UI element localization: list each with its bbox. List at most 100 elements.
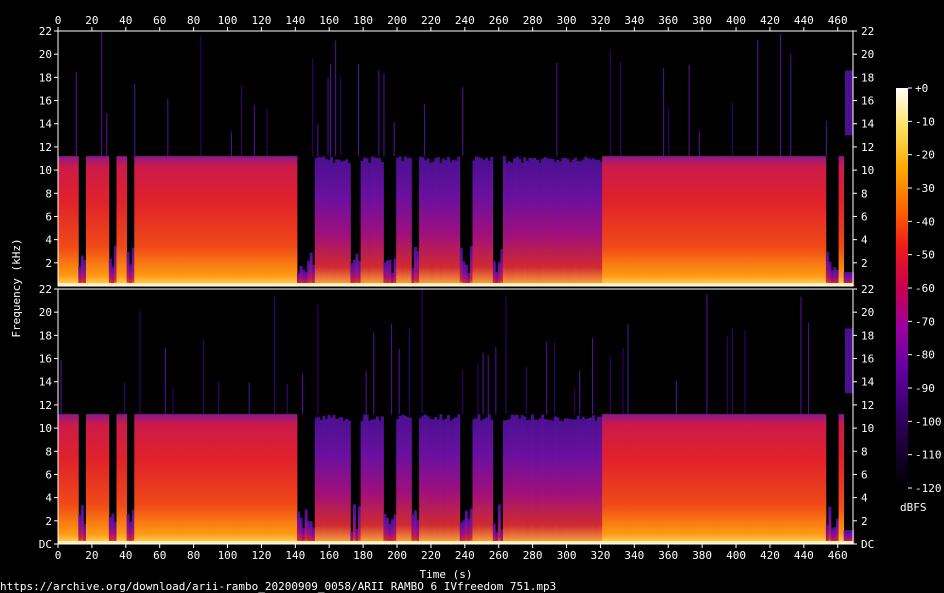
x-tick-label: 20 <box>85 14 98 27</box>
x-tick-label: 80 <box>187 14 200 27</box>
spectrum-slice <box>169 156 173 286</box>
spectrum-slice <box>164 156 168 286</box>
colorbar-scale <box>896 88 908 488</box>
x-tick-label: 400 <box>726 549 746 562</box>
spectrum-slice <box>228 156 232 286</box>
spectrum-slice <box>73 414 77 544</box>
spectrum-slice <box>441 420 445 544</box>
spectrum-slice <box>83 523 87 544</box>
spectrum-slice <box>202 156 206 286</box>
hf-spike <box>462 86 464 157</box>
spectrum-slice <box>780 156 784 286</box>
spectrum-slice <box>396 418 400 544</box>
spectrum-slice <box>286 156 290 286</box>
hf-spike <box>556 62 558 157</box>
spectrum-slice <box>279 156 283 286</box>
spectrum-slice <box>472 419 476 544</box>
hf-spike <box>274 295 276 415</box>
spectrum-slice <box>162 156 166 286</box>
spectrum-slice <box>149 156 153 286</box>
spectrum-slice <box>469 246 473 286</box>
y-tick-label: 6 <box>45 468 52 481</box>
spectrum-slice <box>752 414 756 544</box>
spectrum-slice <box>591 158 595 286</box>
spectrum-slice <box>490 419 494 544</box>
spectrum-slice <box>126 513 130 544</box>
spectrum-slice <box>599 161 603 286</box>
spectrum-slice <box>73 156 77 286</box>
spectrum-slice <box>424 414 428 544</box>
spectrum-slice <box>327 159 331 286</box>
spectrum-slice <box>162 414 166 544</box>
hf-spike <box>675 380 677 415</box>
spectrum-slice <box>63 414 67 544</box>
spectrum-slice <box>602 414 606 544</box>
spectrum-slice <box>235 414 239 544</box>
colorbar-tick-label: -100 <box>915 415 942 428</box>
spectrum-slice <box>622 414 626 544</box>
hf-spike <box>477 362 479 415</box>
spectrum-slice <box>693 156 697 286</box>
spectrum-slice <box>98 414 102 544</box>
spectrum-slice <box>182 156 186 286</box>
spectrum-slice <box>299 517 303 544</box>
spectrum-slice <box>195 414 199 544</box>
spectrum-slice <box>401 161 405 286</box>
spectrum-slice <box>541 414 545 544</box>
spectrum-slice <box>91 156 94 286</box>
hf-spike <box>230 132 232 157</box>
spectrum-slice <box>373 419 377 544</box>
spectrum-slice <box>294 156 298 286</box>
spectrum-slice <box>658 156 661 286</box>
hf-spike <box>731 328 733 415</box>
spectrum-slice <box>276 156 280 286</box>
spectrum-slice <box>836 518 839 544</box>
spectrum-slice <box>632 414 636 544</box>
hf-spike <box>335 40 337 157</box>
spectrum-slice <box>169 414 173 544</box>
spectrum-slice <box>523 416 527 544</box>
spectrum-slice <box>223 156 227 286</box>
spectrum-slice <box>220 156 224 286</box>
spectrum-slice <box>764 156 768 286</box>
spectrum-slice <box>797 414 801 544</box>
hf-spike <box>579 370 581 415</box>
x-tick-label: 80 <box>187 549 200 562</box>
spectrum-slice <box>640 414 644 544</box>
spectrum-slice <box>319 419 323 544</box>
spectrum-slice <box>319 157 323 286</box>
spectrum-slice <box>548 158 552 286</box>
spectrum-slice <box>556 417 560 544</box>
spectrum-slice <box>818 156 822 286</box>
spectrum-slice <box>200 156 204 286</box>
spectrum-slice <box>93 156 97 286</box>
spectrum-slice <box>317 156 321 286</box>
spectrum-slice <box>749 156 753 286</box>
colorbar: +0 -10 -20 -30 -40 -50 -60 -70 -80 -90 -100 -110 -12… <box>896 82 942 514</box>
spectrum-slice <box>670 414 674 544</box>
x-tick-label: 0 <box>55 549 62 562</box>
spectrum-slice <box>823 156 827 286</box>
x-tick-label: 400 <box>726 14 746 27</box>
spectrum-slice <box>322 156 326 286</box>
spectrum-slice <box>777 156 781 286</box>
hf-spike <box>462 370 464 415</box>
spectrum-slice <box>680 156 684 286</box>
spectrum-slice <box>782 414 786 544</box>
hf-spike <box>731 101 733 157</box>
spectrum-slice <box>609 156 613 286</box>
y-tick-label: 22 <box>39 283 52 296</box>
x-tick-label: 220 <box>421 549 441 562</box>
spectrum-slice <box>828 506 832 544</box>
x-tick-label: 420 <box>760 14 780 27</box>
colorbar-tick-label: -50 <box>915 249 935 262</box>
x-tick-label: 360 <box>658 549 678 562</box>
spectrum-slice <box>513 415 517 544</box>
colorbar-tick-label: -80 <box>915 349 935 362</box>
spectrum-slice <box>741 414 745 544</box>
spectrum-slice <box>525 161 529 286</box>
spectrum-slice <box>322 415 326 544</box>
spectrum-slice <box>431 419 435 544</box>
spectrum-slice <box>393 258 397 286</box>
spectrum-slice <box>299 265 303 286</box>
